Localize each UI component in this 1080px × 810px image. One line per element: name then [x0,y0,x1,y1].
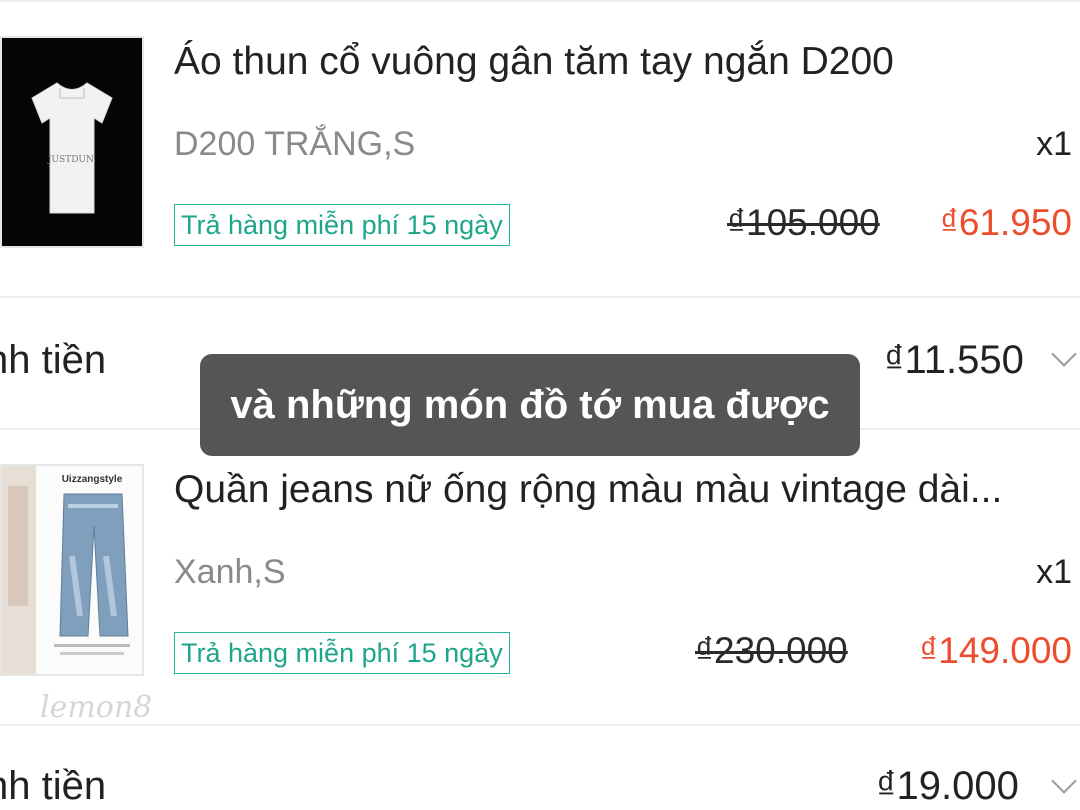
free-return-badge: Trả hàng miễn phí 15 ngày [174,632,510,674]
payment-label: nh tiền [0,338,107,382]
svg-text:Uizzangstyle: Uizzangstyle [62,474,123,485]
original-price: ₫230.000 [695,630,848,671]
sale-price: ₫61.950 [939,202,1072,243]
svg-text:JUSTDUN.: JUSTDUN. [47,155,96,165]
overlay-caption: và những món đồ tớ mua được [200,354,860,456]
sale-price: ₫149.000 [919,630,1072,671]
chevron-down-icon[interactable] [1051,341,1077,367]
free-return-badge: Trả hàng miễn phí 15 ngày [174,204,510,246]
product-title[interactable]: Áo thun cổ vuông gân tăm tay ngắn D200 [174,40,894,84]
payment-amount[interactable]: ₫11.550 [884,338,1024,383]
top-divider [0,0,1080,2]
watermark: lemon8 [40,690,153,725]
product-thumbnail-tshirt[interactable]: JUSTDUN. [0,36,144,248]
chevron-down-icon[interactable] [1051,768,1077,794]
product-quantity: x1 [1036,125,1072,163]
product-variant: Xanh,S [174,553,286,591]
item-divider [0,296,1080,298]
payment-amount[interactable]: ₫19.000 [876,764,1019,809]
original-price: ₫105.000 [727,202,880,243]
tshirt-image: JUSTDUN. [2,38,142,246]
product-variant: D200 TRẮNG,S [174,125,416,163]
product-thumbnail-jeans[interactable]: Uizzangstyle [0,464,144,676]
payment-label: nh tiền [0,764,107,808]
jeans-image: Uizzangstyle [2,466,142,674]
product-title[interactable]: Quần jeans nữ ống rộng màu màu vintage d… [174,468,1002,512]
item-divider [0,724,1080,726]
product-quantity: x1 [1036,553,1072,591]
